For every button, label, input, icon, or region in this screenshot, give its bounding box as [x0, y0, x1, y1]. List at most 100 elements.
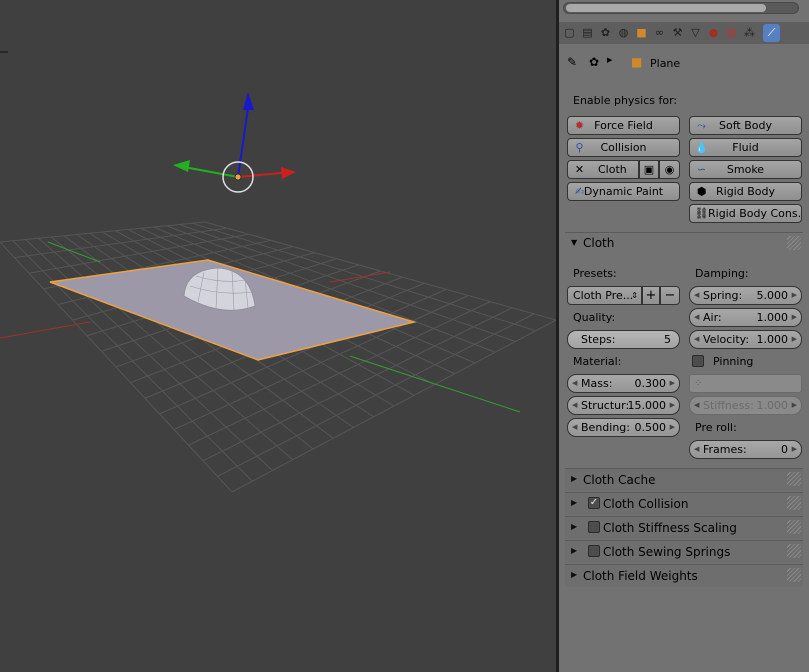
texture-icon[interactable]: ▩: [723, 24, 740, 42]
preroll-label: Pre roll:: [695, 421, 737, 434]
panel-scrollbar[interactable]: [563, 2, 799, 14]
expand-triangle-icon: ▶: [571, 522, 578, 531]
material-icon[interactable]: ●: [705, 24, 722, 42]
cloth-display-toggle[interactable]: ◉: [659, 160, 680, 179]
fluid-icon: 💧: [694, 141, 709, 154]
expand-triangle-icon: ▶: [571, 498, 578, 507]
cloth-render-toggle[interactable]: ▣: [639, 160, 659, 179]
vertex-group-icon: ⁘: [694, 378, 703, 389]
eye-icon: ◉: [664, 163, 675, 176]
data-icon[interactable]: ▽: [687, 24, 704, 42]
add-preset-button[interactable]: +: [642, 286, 660, 305]
decrement-arrow-icon[interactable]: ◀: [572, 419, 577, 436]
chain-link-icon: ⛓: [694, 207, 709, 220]
object-icon[interactable]: ■: [633, 24, 650, 42]
panel-grip-icon[interactable]: [787, 544, 801, 558]
minus-icon: −: [664, 288, 676, 303]
3d-viewport[interactable]: [0, 0, 556, 672]
cloth-cache-panel[interactable]: ▶ Cloth Cache: [565, 468, 803, 491]
scene-icon[interactable]: ✿: [597, 24, 614, 42]
modifiers-icon[interactable]: ⚒: [669, 24, 686, 42]
floor-grid: [0, 221, 556, 493]
enable-physics-label: Enable physics for:: [573, 94, 678, 107]
cloth-stiffness-scaling-panel[interactable]: ▶ Cloth Stiffness Scaling: [565, 516, 803, 539]
frames-field[interactable]: ◀ Frames: 0 ▶: [689, 440, 802, 459]
y-arrow-head: [173, 160, 190, 172]
increment-arrow-icon[interactable]: ▶: [670, 375, 675, 392]
decrement-arrow-icon[interactable]: ◀: [572, 375, 577, 392]
bending-field[interactable]: ◀ Bending: 0.500 ▶: [567, 418, 680, 437]
collision-button[interactable]: ⚲ Collision: [567, 138, 680, 157]
fluid-button[interactable]: 💧 Fluid: [689, 138, 802, 157]
panel-grip-icon[interactable]: [787, 496, 801, 510]
decrement-arrow-icon[interactable]: ◀: [694, 397, 699, 414]
cloth-remove-button[interactable]: ✕ Cloth: [567, 160, 639, 179]
breadcrumb-object-name: Plane: [650, 57, 681, 70]
increment-arrow-icon[interactable]: ▶: [792, 331, 797, 348]
panel-grip-icon[interactable]: [787, 472, 801, 486]
structural-field[interactable]: ◀ Structur: 15.000 ▶: [567, 396, 680, 415]
cloth-panel-header[interactable]: ▼ Cloth: [565, 232, 803, 254]
remove-preset-button[interactable]: −: [660, 286, 680, 305]
expand-triangle-icon: ▶: [571, 546, 578, 555]
smoke-icon: ∽: [696, 163, 707, 176]
damping-label: Damping:: [695, 267, 749, 280]
dropdown-arrows-icon: ⇕: [631, 291, 638, 300]
decrement-arrow-icon[interactable]: ◀: [694, 309, 699, 326]
cloth-collision-panel[interactable]: ▶ ✓ Cloth Collision: [565, 492, 803, 515]
render-icon[interactable]: ▢: [561, 24, 578, 42]
scrollbar-thumb[interactable]: [566, 4, 766, 12]
render-layers-icon[interactable]: ▤: [579, 24, 596, 42]
object-origin: [234, 173, 242, 181]
panel-grip-icon[interactable]: [787, 236, 801, 250]
cloth-field-weights-panel[interactable]: ▶ Cloth Field Weights: [565, 564, 803, 587]
pinning-checkbox[interactable]: [692, 355, 704, 367]
increment-arrow-icon[interactable]: ▶: [670, 419, 675, 436]
air-field[interactable]: ◀ Air: 1.000 ▶: [689, 308, 802, 327]
cloth-sewing-springs-panel[interactable]: ▶ Cloth Sewing Springs: [565, 540, 803, 563]
viewport-scene: [0, 51, 556, 493]
decrement-arrow-icon[interactable]: ◀: [694, 331, 699, 348]
dynamic-paint-icon: ✍: [574, 185, 585, 198]
panel-grip-icon[interactable]: [787, 568, 801, 582]
increment-arrow-icon[interactable]: ▶: [792, 441, 797, 458]
pin-icon[interactable]: ✎: [567, 55, 577, 69]
constraints-icon[interactable]: ∞: [651, 24, 668, 42]
soft-body-button[interactable]: ⤳ Soft Body: [689, 116, 802, 135]
presets-label: Presets:: [573, 267, 617, 280]
particles-icon[interactable]: ⁂: [741, 24, 758, 42]
decrement-arrow-icon[interactable]: ◀: [694, 441, 699, 458]
spring-field[interactable]: ◀ Spring: 5.000 ▶: [689, 286, 802, 305]
smoke-button[interactable]: ∽ Smoke: [689, 160, 802, 179]
increment-arrow-icon[interactable]: ▶: [792, 309, 797, 326]
steps-field[interactable]: Steps: 5: [567, 330, 680, 349]
x-arrow-head: [281, 167, 296, 179]
physics-icon[interactable]: ⟋: [763, 24, 780, 42]
collision-icon: ⚲: [575, 141, 584, 154]
quality-label: Quality:: [573, 311, 616, 324]
panel-grip-icon[interactable]: [787, 520, 801, 534]
decrement-arrow-icon[interactable]: ◀: [572, 397, 577, 414]
force-field-button[interactable]: ✹ Force Field: [567, 116, 680, 135]
transform-manipulator: [173, 92, 296, 193]
stiffness-field[interactable]: ◀ Stiffness: 1.000 ▶: [689, 396, 802, 415]
increment-arrow-icon[interactable]: ▶: [670, 397, 675, 414]
rigid-body-constraint-button[interactable]: ⛓ Rigid Body Cons...: [689, 204, 802, 223]
cloth-stiffness-scaling-checkbox[interactable]: [588, 521, 600, 533]
increment-arrow-icon[interactable]: ▶: [792, 397, 797, 414]
x-axis-line-far: [329, 271, 391, 283]
cloth-collision-checkbox[interactable]: ✓: [588, 497, 600, 509]
force-field-icon: ✹: [574, 119, 585, 132]
plus-icon: +: [645, 288, 657, 303]
pin-group-field[interactable]: ⁘: [689, 374, 802, 393]
velocity-field[interactable]: ◀ Velocity: 1.000 ▶: [689, 330, 802, 349]
cloth-sewing-springs-checkbox[interactable]: [588, 545, 600, 557]
world-icon[interactable]: ◍: [615, 24, 632, 42]
rigid-body-button[interactable]: ⬢ Rigid Body: [689, 182, 802, 201]
camera-icon: ▣: [643, 163, 655, 176]
decrement-arrow-icon[interactable]: ◀: [694, 287, 699, 304]
cloth-preset-dropdown[interactable]: Cloth Pre... ⇕: [567, 286, 642, 305]
dynamic-paint-button[interactable]: ✍ Dynamic Paint: [567, 182, 680, 201]
mass-field[interactable]: ◀ Mass: 0.300 ▶: [567, 374, 680, 393]
increment-arrow-icon[interactable]: ▶: [792, 287, 797, 304]
